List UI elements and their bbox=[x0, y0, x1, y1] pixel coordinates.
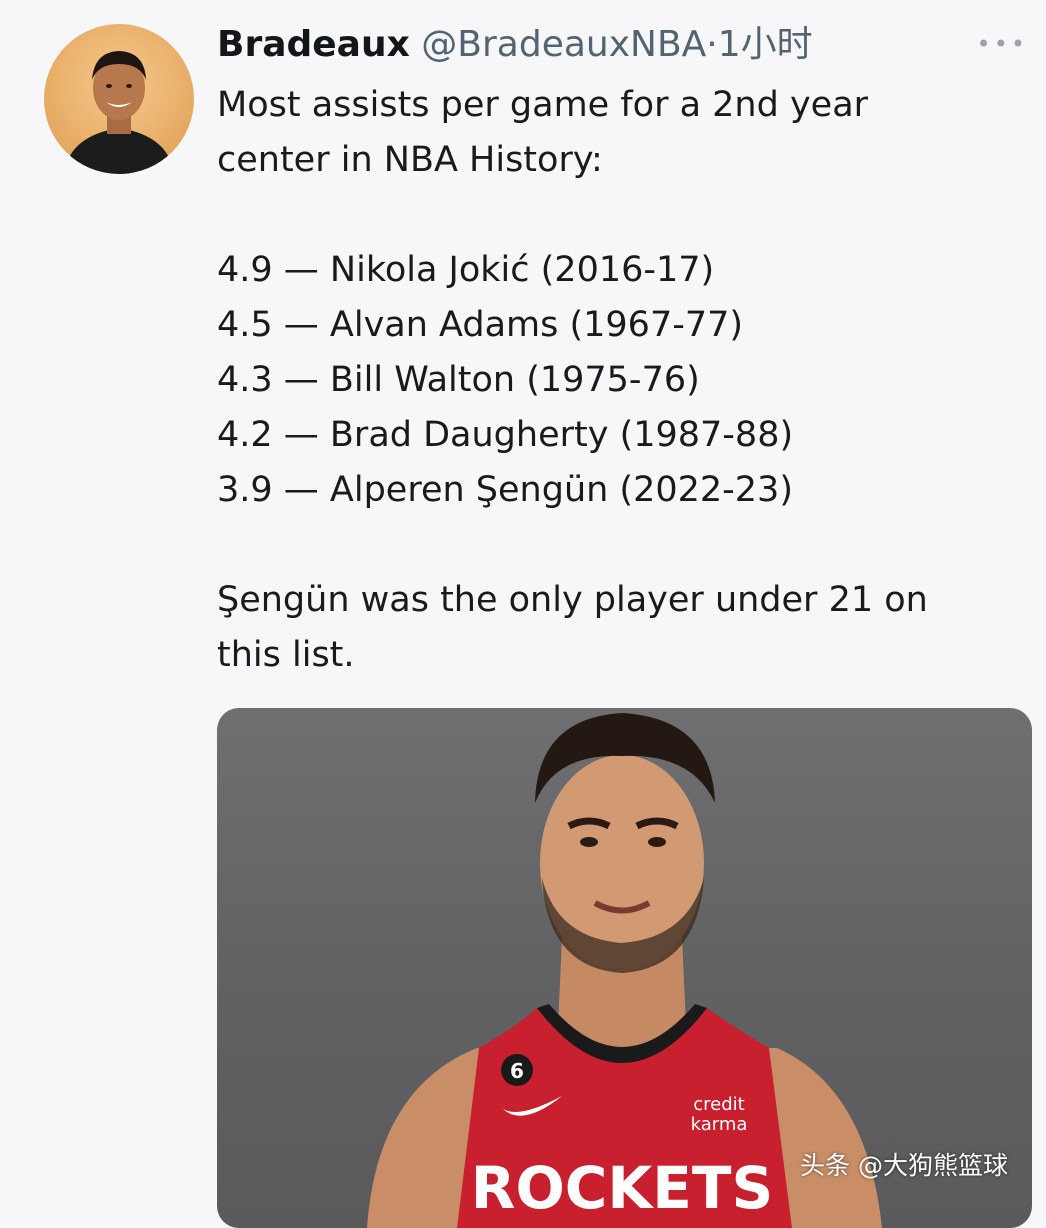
jersey-patch-number: 6 bbox=[510, 1059, 524, 1083]
tweet-header: Bradeaux @BradeauxNBA·1小时 bbox=[217, 20, 813, 70]
jersey-lettering: ROCKETS bbox=[471, 1154, 773, 1222]
tweet-timestamp[interactable]: 1小时 bbox=[718, 24, 813, 65]
intro-line: Most assists per game for a 2nd year bbox=[217, 85, 869, 125]
header-separator: · bbox=[706, 24, 718, 65]
list-item: 3.9 — Alperen Şengün (2022-23) bbox=[217, 470, 793, 510]
list-item: 4.3 — Bill Walton (1975-76) bbox=[217, 360, 700, 400]
sponsor-line: karma bbox=[691, 1114, 748, 1135]
sponsor-line: credit bbox=[693, 1094, 744, 1115]
outro-line: Şengün was the only player under 21 on bbox=[217, 580, 928, 620]
list-item: 4.2 — Brad Daugherty (1987-88) bbox=[217, 415, 794, 455]
outro-line: this list. bbox=[217, 635, 355, 675]
list-item: 4.5 — Alvan Adams (1967-77) bbox=[217, 305, 744, 345]
avatar-photo bbox=[64, 51, 174, 174]
tweet-text: Most assists per game for a 2nd year cen… bbox=[217, 78, 1017, 683]
author-display-name[interactable]: Bradeaux bbox=[217, 24, 410, 65]
watermark: 头条 @大狗熊篮球 bbox=[800, 1151, 1008, 1180]
author-avatar[interactable] bbox=[44, 24, 194, 174]
intro-line: center in NBA History: bbox=[217, 140, 603, 180]
list-item: 4.9 — Nikola Jokić (2016-17) bbox=[217, 250, 715, 290]
more-horizontal-icon[interactable]: ••• bbox=[977, 30, 1028, 58]
author-handle[interactable]: @BradeauxNBA bbox=[421, 24, 706, 65]
